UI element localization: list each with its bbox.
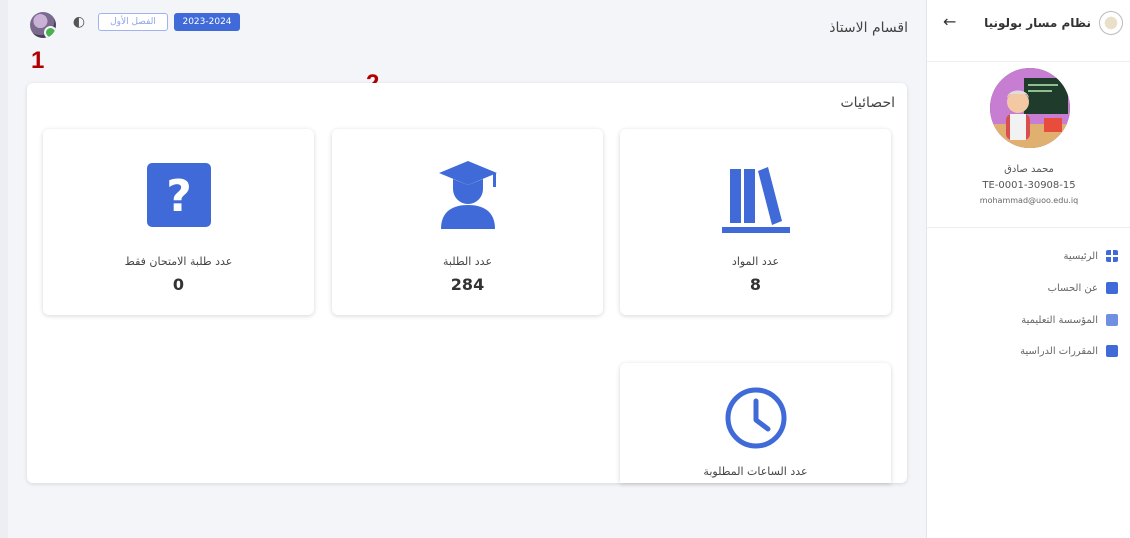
- sidebar-item-home[interactable]: الرئيسية: [1064, 246, 1118, 266]
- user-avatar[interactable]: [30, 12, 56, 38]
- stat-card-subjects[interactable]: عدد المواد 8: [620, 129, 891, 315]
- sidebar: نظام مسار بولونيا ← محمد صادق TE-0001-30…: [926, 0, 1130, 538]
- account-icon: [1106, 282, 1118, 294]
- stat-label-required-hours: عدد الساعات المطلوبة: [703, 465, 808, 478]
- statistics-title: احصائيات: [840, 95, 895, 111]
- sidebar-item-institution[interactable]: المؤسسة التعليمية: [1021, 310, 1118, 330]
- question-icon: ?: [146, 163, 211, 227]
- stat-card-required-hours[interactable]: عدد الساعات المطلوبة: [620, 363, 891, 483]
- sidebar-item-label: المؤسسة التعليمية: [1021, 314, 1098, 326]
- profile-photo: [990, 68, 1070, 148]
- stat-card-students[interactable]: عدد الطلبة 284: [332, 129, 603, 315]
- clock-icon: [725, 387, 786, 449]
- profile-email: mohammad@uoo.edu.iq: [979, 196, 1079, 205]
- sidebar-item-label: المقررات الدراسية: [1020, 345, 1098, 357]
- stat-value-students: 284: [450, 275, 485, 294]
- academic-year-badge[interactable]: 2023-2024: [174, 13, 240, 31]
- annotation-marker-1: 1: [31, 47, 45, 74]
- dashboard-icon: [1106, 250, 1118, 262]
- svg-text:?: ?: [166, 171, 192, 222]
- app-name: نظام مسار بولونيا: [984, 16, 1091, 30]
- stat-card-exam-only-students[interactable]: ? عدد طلبة الامتحان فقط 0: [43, 129, 314, 315]
- stat-label-exam-only: عدد طلبة الامتحان فقط: [124, 255, 233, 268]
- arrow-right-icon[interactable]: ←: [943, 12, 956, 31]
- semester-badge[interactable]: الفصل الأول: [98, 13, 168, 31]
- student-graduate-icon: [438, 161, 497, 229]
- sidebar-header: نظام مسار بولونيا ←: [927, 0, 1130, 62]
- profile-name: محمد صادق: [1004, 164, 1054, 175]
- theme-toggle-icon[interactable]: ◐: [70, 13, 88, 31]
- left-edge-strip: [0, 0, 8, 538]
- sidebar-divider: [927, 227, 1130, 228]
- sidebar-item-courses[interactable]: المقررات الدراسية: [1020, 341, 1118, 361]
- stat-value-exam-only: 0: [172, 275, 185, 294]
- page-title: اقسام الاستاذ: [829, 20, 908, 36]
- institution-icon: [1106, 314, 1118, 326]
- sidebar-item-label: عن الحساب: [1047, 282, 1098, 294]
- stat-value-subjects: 8: [749, 275, 762, 294]
- sidebar-item-account[interactable]: عن الحساب: [1048, 278, 1118, 298]
- profile-illustration-icon: [990, 68, 1070, 148]
- courses-icon: [1106, 345, 1118, 357]
- university-logo-icon: [1099, 11, 1123, 35]
- stat-label-subjects: عدد المواد: [731, 255, 780, 268]
- top-bar: ◐ الفصل الأول 2023-2024 اقسام الاستاذ: [8, 0, 926, 62]
- books-icon: [721, 167, 790, 233]
- statistics-panel: احصائيات عدد المواد 8 عدد الطلبة 284 ? ع…: [27, 83, 907, 483]
- stat-label-students: عدد الطلبة: [442, 255, 493, 268]
- profile-code: TE-0001-30908-15: [982, 180, 1076, 191]
- sidebar-item-label: الرئيسية: [1063, 250, 1098, 262]
